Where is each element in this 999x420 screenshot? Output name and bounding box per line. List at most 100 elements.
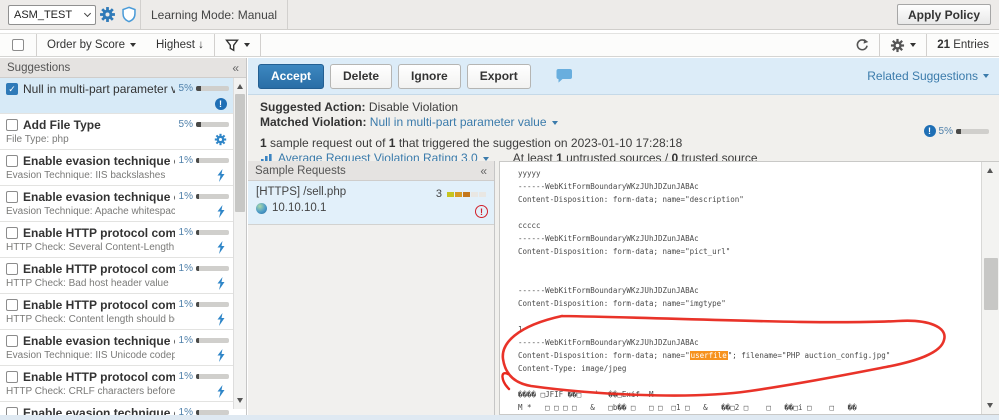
entries-word: Entries <box>953 39 989 51</box>
scroll-down-arrow-icon[interactable] <box>237 398 243 403</box>
suggestion-title: Enable HTTP protocol complianc... <box>23 262 175 276</box>
suggestion-item[interactable]: Null in multi-part parameter value 5% ! <box>0 78 233 114</box>
chevron-down-icon <box>551 120 558 125</box>
scroll-down-arrow-icon[interactable] <box>987 403 993 408</box>
suggestion-score: 5% <box>178 83 193 94</box>
request-scrollbar[interactable] <box>981 162 999 414</box>
chevron-down-icon <box>243 43 250 47</box>
suggestion-score-block: 1% <box>179 407 229 415</box>
suggestion-subtitle: File Type: php <box>6 134 69 145</box>
score-bar <box>196 374 229 379</box>
sample-requests-header: Sample Requests « <box>248 161 494 181</box>
suggested-action-value: Disable Violation <box>368 100 459 114</box>
request-line: Content-Disposition: form-data; name="im… <box>518 299 726 308</box>
policy-select-value: ASM_TEST <box>14 8 73 21</box>
suggestion-item[interactable]: Enable evasion technique check Evasion T… <box>0 330 233 366</box>
matched-violation-value: Null in multi-part parameter value <box>369 115 547 129</box>
request-line <box>518 375 981 388</box>
request-line: ------WebKitFormBoundaryWKzJUhJDZunJABAc <box>518 182 699 191</box>
suggestion-title: Null in multi-part parameter value <box>23 82 175 96</box>
request-line: ���� □JFIF ��□` ` ��□Exif M <box>518 390 654 399</box>
suggestion-checkbox[interactable] <box>6 155 18 167</box>
chevron-down-icon <box>129 43 136 47</box>
related-suggestions-dropdown[interactable]: Related Suggestions <box>867 69 989 83</box>
rating-bar <box>446 188 486 200</box>
suggestion-title: Enable evasion technique check <box>23 334 175 348</box>
sample-requests-panel: Sample Requests « [HTTPS] /sell.php 10.1… <box>248 161 495 415</box>
ignore-button[interactable]: Ignore <box>398 63 461 89</box>
suggestion-checkbox[interactable] <box>6 119 18 131</box>
suggestions-panel: Suggestions « Null in multi-part paramet… <box>0 58 247 415</box>
suggestion-item[interactable]: Enable HTTP protocol complianc... HTTP C… <box>0 258 233 294</box>
suggestion-detail-area: Accept Delete Ignore Export Related Sugg… <box>248 58 999 420</box>
suggestion-checkbox[interactable] <box>6 263 18 275</box>
suggestion-score: 1% <box>178 335 193 346</box>
sample-request-item[interactable]: [HTTPS] /sell.php 10.10.10.1 3 ! <box>248 181 494 225</box>
suggestion-item[interactable]: Add File Type File Type: php 5% <box>0 114 233 150</box>
suggestions-list: Null in multi-part parameter value 5% ! … <box>0 78 233 415</box>
score-bar <box>196 86 229 91</box>
accept-button[interactable]: Accept <box>258 63 325 89</box>
order-by-dropdown[interactable]: Order by Score <box>37 34 146 56</box>
sample-count: 1 <box>260 136 267 150</box>
suggestion-title: Enable HTTP protocol complianc... <box>23 298 175 312</box>
score-bar <box>956 128 989 134</box>
suggestion-subtitle: Evasion Technique: IIS Unicode codepoint… <box>6 350 175 361</box>
request-line: M * □ □ □ □ & □b�� □ □ □ □1 □ & ��□2 □ □… <box>518 403 857 412</box>
score-bar <box>196 338 229 343</box>
apply-policy-button[interactable]: Apply Policy <box>896 4 991 25</box>
suggestion-item[interactable]: Enable evasion technique check Evasion T… <box>0 186 233 222</box>
filter-funnel-icon <box>225 39 239 52</box>
suggestion-score: 1% <box>178 299 193 310</box>
suggestion-score-block: 5% <box>179 83 229 94</box>
suggestion-title: Add File Type <box>23 118 101 132</box>
lightning-bolt-icon <box>217 313 225 326</box>
collapse-panel-button[interactable]: « <box>232 61 239 75</box>
suggestion-score-block: 1% <box>179 155 229 166</box>
suggestion-checkbox[interactable] <box>6 191 18 203</box>
lightning-bolt-icon <box>217 169 225 182</box>
filter-dropdown[interactable] <box>215 34 260 56</box>
table-settings-dropdown[interactable] <box>880 34 926 56</box>
suggestion-checkbox[interactable] <box>6 299 18 311</box>
suggestion-checkbox[interactable] <box>6 335 18 347</box>
delete-button[interactable]: Delete <box>330 63 393 89</box>
scrollbar-thumb[interactable] <box>984 258 998 310</box>
suggestion-item[interactable]: Enable evasion technique check Evasion T… <box>0 150 233 186</box>
scroll-up-arrow-icon[interactable] <box>237 84 243 89</box>
globe-icon <box>256 202 267 214</box>
scrollbar-thumb[interactable] <box>235 94 245 212</box>
scroll-up-arrow-icon[interactable] <box>987 168 993 173</box>
gear-icon <box>214 133 227 146</box>
policy-select[interactable]: ASM_TEST <box>8 4 96 25</box>
suggestion-checkbox[interactable] <box>6 227 18 239</box>
suggestion-score: 1% <box>178 191 193 202</box>
suggestion-item[interactable]: Enable HTTP protocol complianc... HTTP C… <box>0 294 233 330</box>
chevron-down-icon <box>83 9 92 18</box>
divider <box>259 34 261 56</box>
comment-bubble-icon[interactable] <box>555 68 574 84</box>
suggestion-score-block: 1% <box>179 335 229 346</box>
collapse-panel-button[interactable]: « <box>480 164 487 178</box>
sort-direction-label: Highest ↓ <box>155 39 204 51</box>
sort-direction-button[interactable]: Highest ↓ <box>146 34 214 56</box>
policy-settings-gear-icon[interactable] <box>96 4 118 26</box>
security-shield-icon[interactable] <box>118 4 140 26</box>
request-viewer: yyyyy ------WebKitFormBoundaryWKzJUhJDZun… <box>499 161 999 415</box>
lightning-bolt-icon <box>217 349 225 362</box>
suggestion-item[interactable]: Enable HTTP protocol complianc... HTTP C… <box>0 366 233 402</box>
request-line: ------WebKitFormBoundaryWKzJUhJDZunJABAc <box>518 286 699 295</box>
matched-violation-link[interactable]: Null in multi-part parameter value <box>370 115 558 130</box>
suggestion-checkbox[interactable] <box>6 83 18 95</box>
suggestion-item[interactable]: Enable evasion technique check 1% <box>0 402 233 415</box>
score-bar <box>196 266 229 271</box>
refresh-button[interactable] <box>845 34 879 56</box>
select-all-checkbox[interactable] <box>12 39 24 51</box>
suggestion-checkbox[interactable] <box>6 407 18 415</box>
entries-count: 21 Entries <box>927 34 999 56</box>
suggestion-checkbox[interactable] <box>6 371 18 383</box>
suggestions-scrollbar[interactable] <box>233 78 246 409</box>
score-bar <box>196 122 229 127</box>
export-button[interactable]: Export <box>466 63 531 89</box>
suggestion-item[interactable]: Enable HTTP protocol complianc... HTTP C… <box>0 222 233 258</box>
